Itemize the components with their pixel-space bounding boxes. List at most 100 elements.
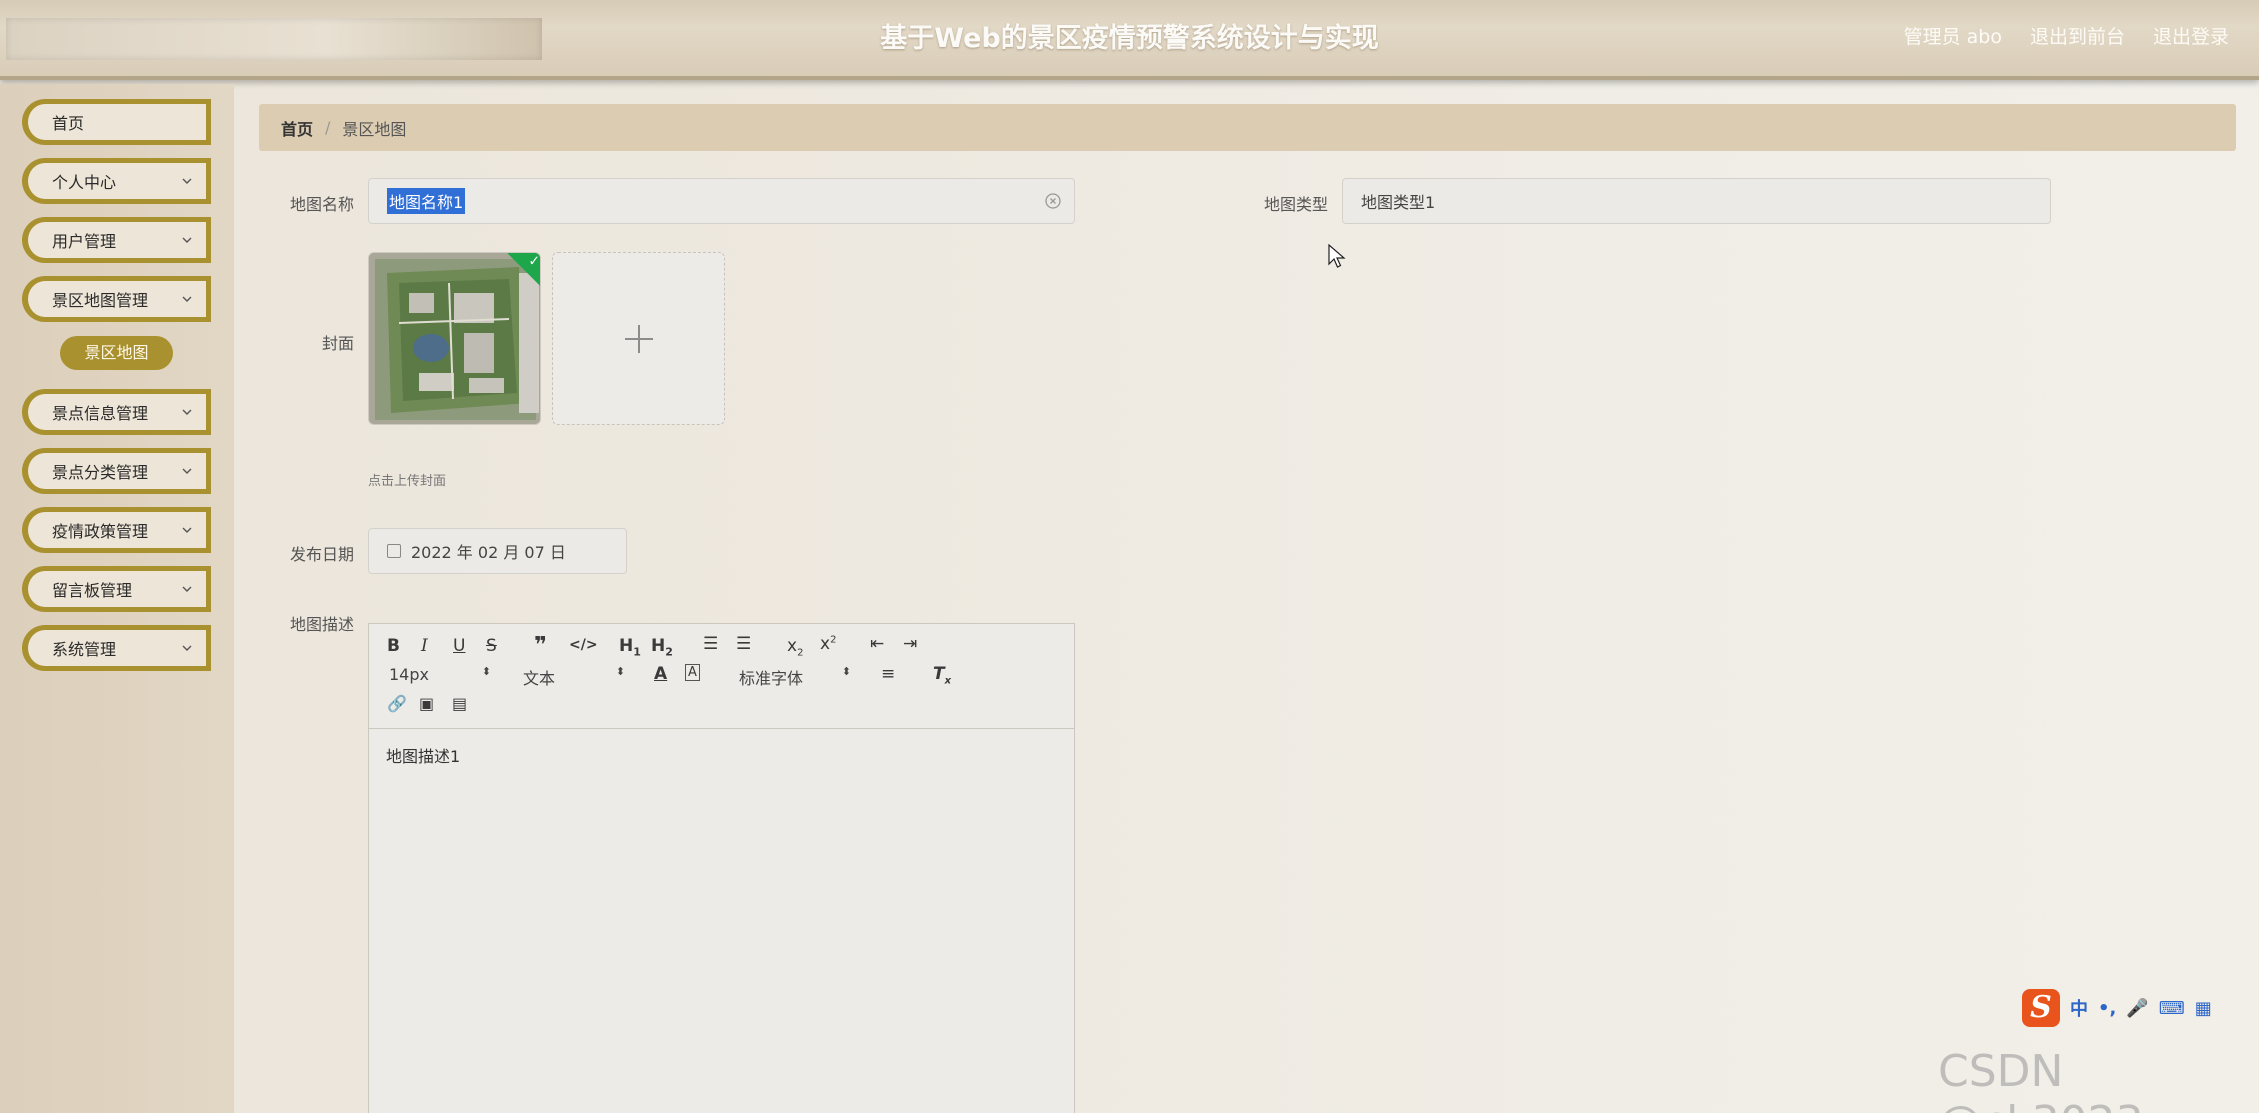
rich-text-editor: B I U S ❞ </> H1 H2 ☰ ☰ x2 x2 ⇤ ⇥ 14px ⬍… <box>368 623 1075 1113</box>
sidebar-item-label: 首页 <box>52 114 85 133</box>
chevron-down-icon <box>182 409 192 415</box>
indent-icon[interactable]: ⇥ <box>903 634 917 654</box>
text-style-select[interactable]: 文本 ⬍ <box>523 665 625 689</box>
text-style-value: 文本 <box>523 669 556 688</box>
chevron-down-icon <box>182 296 192 302</box>
keyboard-icon[interactable]: ⌨ <box>2159 998 2185 1019</box>
code-block-button[interactable]: </> <box>569 637 598 653</box>
publish-date-picker[interactable]: 2022 年 02 月 07 日 <box>368 528 627 574</box>
clear-icon[interactable] <box>1044 192 1062 210</box>
map-name-label: 地图名称 <box>289 195 354 214</box>
sidebar-item-epidemic-policy-management[interactable]: 疫情政策管理 <box>22 507 211 553</box>
ime-toolbar: S 中 •, 🎤 ⌨ ▦ <box>2022 989 2212 1027</box>
bullet-list-icon[interactable]: ☰ <box>736 634 751 654</box>
header-actions: 管理员 abo 退出到前台 退出登录 <box>1904 22 2229 49</box>
sidebar-item-map-management[interactable]: 景区地图管理 <box>22 276 211 322</box>
publish-date-label: 发布日期 <box>289 545 354 564</box>
link-icon[interactable]: 🔗 <box>387 694 407 713</box>
font-color-icon[interactable]: A <box>654 664 667 684</box>
chevron-down-icon <box>182 527 192 533</box>
map-description-label: 地图描述 <box>289 615 354 634</box>
sidebar-item-label: 疫情政策管理 <box>52 522 149 541</box>
editor-toolbar: B I U S ❞ </> H1 H2 ☰ ☰ x2 x2 ⇤ ⇥ 14px ⬍… <box>369 624 1074 729</box>
sidebar-item-label: 景点分类管理 <box>52 463 149 482</box>
sidebar-subitem-scenic-map[interactable]: 景区地图 <box>60 336 173 370</box>
mouse-cursor-icon <box>1328 244 1346 268</box>
map-description-value: 地图描述1 <box>386 747 461 766</box>
punctuation-icon[interactable]: •, <box>2098 998 2116 1019</box>
map-type-label: 地图类型 <box>1263 195 1328 214</box>
heading2-button[interactable]: H2 <box>651 636 673 658</box>
cover-label: 封面 <box>321 334 354 353</box>
heading1-button[interactable]: H1 <box>619 636 641 658</box>
outdent-icon[interactable]: ⇤ <box>870 634 884 654</box>
sidebar-item-system-management[interactable]: 系统管理 <box>22 625 211 671</box>
map-thumbnail-image <box>369 253 540 424</box>
editor-content[interactable]: 地图描述1 <box>369 729 1074 781</box>
chevron-down-icon <box>182 237 192 243</box>
select-arrows-icon: ⬍ <box>481 665 491 678</box>
sidebar-item-spot-category-management[interactable]: 景点分类管理 <box>22 448 211 494</box>
publish-date-value: 2022 年 02 月 07 日 <box>411 543 566 562</box>
grid-menu-icon[interactable]: ▦ <box>2195 998 2212 1019</box>
plus-icon <box>638 325 640 353</box>
sidebar-item-personal-center[interactable]: 个人中心 <box>22 158 211 204</box>
align-icon[interactable]: ≡ <box>881 664 895 684</box>
breadcrumb-home[interactable]: 首页 <box>281 116 313 140</box>
breadcrumb-current: 景区地图 <box>342 119 407 139</box>
map-name-value: 地图名称1 <box>387 188 466 214</box>
image-icon[interactable]: ▣ <box>419 694 434 713</box>
calendar-icon <box>387 544 401 558</box>
breadcrumb-separator: / <box>325 118 331 137</box>
cover-image-thumbnail[interactable]: ✓ <box>368 252 541 425</box>
sidebar-item-label: 景区地图管理 <box>52 291 149 310</box>
font-family-select[interactable]: 标准字体 ⬍ <box>739 665 851 689</box>
font-size-select[interactable]: 14px ⬍ <box>389 665 491 684</box>
chevron-down-icon <box>182 468 192 474</box>
cover-upload-hint: 点击上传封面 <box>368 474 447 489</box>
top-header: 基于Web的景区疫情预警系统设计与实现 管理员 abo 退出到前台 退出登录 <box>0 0 2259 80</box>
video-icon[interactable]: ▤ <box>452 694 467 713</box>
admin-username: 管理员 abo <box>1903 26 2002 48</box>
upload-cover-button[interactable] <box>552 252 725 425</box>
sidebar: 首页 个人中心 用户管理 景区地图管理 景区地图 景点信息管理 景点分类管理 疫… <box>0 84 234 1113</box>
watermark: CSDN @ck3023 <box>1938 1046 2144 1113</box>
sidebar-item-user-management[interactable]: 用户管理 <box>22 217 211 263</box>
ordered-list-icon[interactable]: ☰ <box>703 634 718 654</box>
map-type-value: 地图类型1 <box>1361 193 1436 212</box>
bold-button[interactable]: B <box>387 636 400 656</box>
strikethrough-button[interactable]: S <box>486 636 497 656</box>
font-size-value: 14px <box>389 665 429 684</box>
font-family-value: 标准字体 <box>739 669 804 688</box>
sidebar-item-message-board-management[interactable]: 留言板管理 <box>22 566 211 612</box>
sidebar-item-spot-info-management[interactable]: 景点信息管理 <box>22 389 211 435</box>
header-decor-strip <box>6 18 542 60</box>
chevron-down-icon <box>182 586 192 592</box>
map-name-input[interactable]: 地图名称1 <box>368 178 1075 224</box>
ime-logo[interactable]: S <box>2022 989 2060 1027</box>
sidebar-item-label: 系统管理 <box>52 640 117 659</box>
ime-language-toggle[interactable]: 中 <box>2070 995 2088 1021</box>
sidebar-item-label: 景点信息管理 <box>52 404 149 423</box>
breadcrumb: 首页 / 景区地图 <box>259 104 2236 151</box>
check-icon: ✓ <box>528 253 541 270</box>
exit-to-front-link[interactable]: 退出到前台 <box>2030 22 2125 49</box>
underline-button[interactable]: U <box>453 636 465 656</box>
sidebar-item-label: 个人中心 <box>52 173 117 192</box>
background-color-icon[interactable]: A <box>685 664 700 681</box>
logout-link[interactable]: 退出登录 <box>2153 22 2229 49</box>
sidebar-item-label: 留言板管理 <box>52 581 133 600</box>
map-type-input[interactable]: 地图类型1 <box>1342 178 2051 224</box>
select-arrows-icon: ⬍ <box>615 665 625 678</box>
subscript-button[interactable]: x2 <box>787 636 803 658</box>
italic-button[interactable]: I <box>421 636 428 656</box>
select-arrows-icon: ⬍ <box>841 665 851 678</box>
chevron-down-icon <box>182 645 192 651</box>
chevron-down-icon <box>182 178 192 184</box>
sidebar-item-label: 用户管理 <box>52 232 117 251</box>
blockquote-button[interactable]: ❞ <box>534 633 547 658</box>
sidebar-item-home[interactable]: 首页 <box>22 99 211 145</box>
clear-format-icon[interactable]: Tx <box>933 664 951 686</box>
microphone-icon[interactable]: 🎤 <box>2126 998 2148 1019</box>
superscript-button[interactable]: x2 <box>820 634 836 654</box>
